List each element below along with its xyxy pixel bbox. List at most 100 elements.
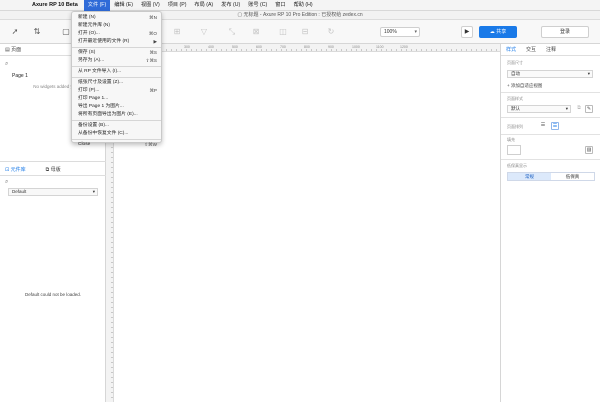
- ruler-tick-label: 800: [304, 45, 310, 49]
- fidelity-regular-option[interactable]: 常规: [508, 173, 551, 180]
- file-menu-item[interactable]: 新建元件库 (N): [72, 22, 161, 30]
- tab-style[interactable]: 样式: [501, 46, 521, 53]
- file-menu-item-label: 从 RP 文件导入 (I)...: [78, 69, 122, 74]
- file-menu-item[interactable]: 从备份中恢复文件 (C)...: [72, 130, 161, 138]
- file-menu-shortcut: ⌘S: [149, 50, 157, 55]
- zoom-select[interactable]: 100% ▾: [380, 27, 420, 37]
- lock-icon[interactable]: ⊟: [300, 27, 310, 37]
- fidelity-toggle: 常规 低保真: [507, 172, 595, 181]
- front-icon[interactable]: ◫: [278, 27, 288, 37]
- menu-separator: [72, 66, 161, 67]
- align-center-icon[interactable]: ☰: [551, 122, 559, 130]
- menu-4[interactable]: 布局 (A): [190, 0, 217, 11]
- tab-pages-label: 页面: [11, 47, 22, 53]
- group-icon[interactable]: ⤡: [227, 27, 237, 37]
- menu-2[interactable]: 视图 (V): [137, 0, 164, 11]
- file-menu-item-label: 另存为 (A)...: [78, 58, 105, 63]
- panel-divider: [0, 161, 106, 162]
- tab-notes[interactable]: 注释: [541, 46, 561, 53]
- file-menu-item[interactable]: 从 RP 文件导入 (I)...: [72, 68, 161, 76]
- file-menu-item[interactable]: 备份设置 (B)...: [72, 122, 161, 130]
- fill-color-swatch[interactable]: [507, 145, 521, 155]
- page-style-select[interactable]: 默认 ▾: [507, 105, 571, 113]
- rotate-icon[interactable]: ↻: [326, 27, 336, 37]
- file-menu-shortcut: ⌘O: [148, 31, 157, 36]
- align-icon[interactable]: ⊞: [172, 27, 182, 37]
- page-style-value: 默认: [511, 106, 520, 111]
- menu-3[interactable]: 项目 (P): [164, 0, 191, 11]
- file-menu-item-label: Close: [78, 142, 91, 147]
- ruler-tick-label: 600: [256, 45, 262, 49]
- file-menu-item[interactable]: 另存为 (A)... ⇧⌘S: [72, 57, 161, 65]
- image-fill-icon[interactable]: ▨: [585, 146, 593, 154]
- library-select[interactable]: Default ▾: [8, 188, 98, 196]
- menu-1[interactable]: 编辑 (E): [110, 0, 137, 11]
- window-title-text: 无标题 - Axure RP 10 Pro Edition : 已授权给 zed…: [243, 12, 363, 18]
- ruler-tick-label: 300: [184, 45, 190, 49]
- file-menu-item[interactable]: Close ⇧⌘W: [72, 141, 161, 149]
- menu-5[interactable]: 发布 (U): [217, 0, 244, 11]
- distribute-icon[interactable]: ▽: [199, 27, 209, 37]
- tab-masters[interactable]: ⧉ 母版: [41, 166, 66, 173]
- menu-6[interactable]: 账号 (C): [244, 0, 271, 11]
- connector-icon[interactable]: ⇅: [32, 27, 42, 37]
- library-search[interactable]: ⌕: [0, 177, 106, 187]
- low-fidelity-label: 低保真显示: [507, 163, 527, 168]
- align-left-icon[interactable]: ☰: [539, 122, 547, 130]
- ungroup-icon[interactable]: ⊠: [251, 27, 261, 37]
- inspector-tabs: 样式 交互 注释: [501, 44, 600, 56]
- add-adaptive-view-link[interactable]: + 添加自适应视图: [507, 83, 542, 89]
- tab-library-label: 元件库: [10, 167, 26, 173]
- shape-icon[interactable]: ▢: [61, 27, 71, 37]
- page-style-label: 页面样式: [507, 96, 523, 101]
- share-button[interactable]: ☁ 共享: [479, 26, 517, 38]
- file-menu-shortcut: ▶: [153, 39, 157, 44]
- menu-8[interactable]: 帮助 (H): [290, 0, 317, 11]
- file-menu-item-label: 从备份中恢复文件 (C)...: [78, 131, 129, 136]
- file-menu-item[interactable]: 保存 (S) ⌘S: [72, 49, 161, 57]
- library-select-value: Default: [12, 189, 27, 194]
- file-menu-item[interactable]: 将所有页面导出为图片 (E)...: [72, 111, 161, 119]
- file-menu-item-label: 打印 (P)...: [78, 88, 100, 93]
- menu-7[interactable]: 窗口: [271, 0, 289, 11]
- app-name-menu[interactable]: Axure RP 10 Beta: [32, 2, 78, 8]
- tab-library[interactable]: ⊡ 元件库: [0, 166, 31, 173]
- style-copy-icon[interactable]: ⧉: [575, 105, 583, 113]
- fidelity-low-option[interactable]: 低保真: [551, 173, 594, 180]
- preview-button[interactable]: ▶: [461, 26, 473, 38]
- file-menu-item[interactable]: 打印 (P)... ⌘P: [72, 87, 161, 95]
- file-menu-item-label: 导出 Page 1 为图片...: [78, 104, 124, 109]
- menu-0[interactable]: 文件 (F): [83, 0, 111, 11]
- tab-interactions[interactable]: 交互: [521, 46, 541, 53]
- file-menu-item[interactable]: 打开 (O)... ⌘O: [72, 30, 161, 38]
- file-menu-item[interactable]: 打印 Page 1...: [72, 95, 161, 103]
- play-icon: ▶: [464, 29, 470, 35]
- fill-label: 填充: [507, 137, 515, 142]
- file-menu-dropdown: 新建 (N) ⌘N 新建元件库 (N) 打开 (O)... ⌘O 打开最近使用的文件 (R…: [71, 11, 162, 147]
- search-icon: ⌕: [5, 60, 9, 67]
- file-menu-item[interactable]: 纸张尺寸及设置 (Z)...: [72, 79, 161, 87]
- tab-masters-label: 母版: [50, 167, 61, 173]
- page-size-select[interactable]: 自动 ▾: [507, 70, 593, 78]
- file-menu-item-label: 备份设置 (B)...: [78, 123, 109, 128]
- menu-separator: [72, 139, 161, 140]
- login-button[interactable]: 登录: [541, 26, 589, 38]
- horizontal-ruler: 300 400 500 600 700 800 900 1000 1100 1200: [106, 44, 500, 52]
- file-menu-item-label: 打开 (O)...: [78, 31, 100, 36]
- ruler-tick-label: 400: [208, 45, 214, 49]
- select-pointer-icon[interactable]: ➚: [10, 27, 20, 37]
- ruler-tick-label: 1200: [400, 45, 408, 49]
- file-menu-item[interactable]: 打开最近使用的文件 (R) ▶: [72, 38, 161, 46]
- design-canvas[interactable]: 300 400 500 600 700 800 900 1000 1100 1200: [106, 44, 500, 402]
- file-menu-item[interactable]: 新建 (N) ⌘N: [72, 14, 161, 22]
- file-menu-item-label: 打印 Page 1...: [78, 96, 109, 101]
- chevron-down-icon: ▾: [587, 71, 590, 76]
- tab-pages[interactable]: ▤ 页面: [0, 46, 26, 53]
- file-menu-item[interactable]: 导出 Page 1 为图片...: [72, 103, 161, 111]
- page-size-value: 自动: [511, 71, 520, 76]
- file-menu-shortcut: ⌘N: [149, 15, 157, 20]
- chevron-down-icon: ▾: [414, 29, 417, 35]
- file-menu-shortcut: ⇧⌘S: [145, 58, 157, 63]
- style-edit-icon[interactable]: ✎: [585, 105, 593, 113]
- ruler-tick-label: 900: [328, 45, 334, 49]
